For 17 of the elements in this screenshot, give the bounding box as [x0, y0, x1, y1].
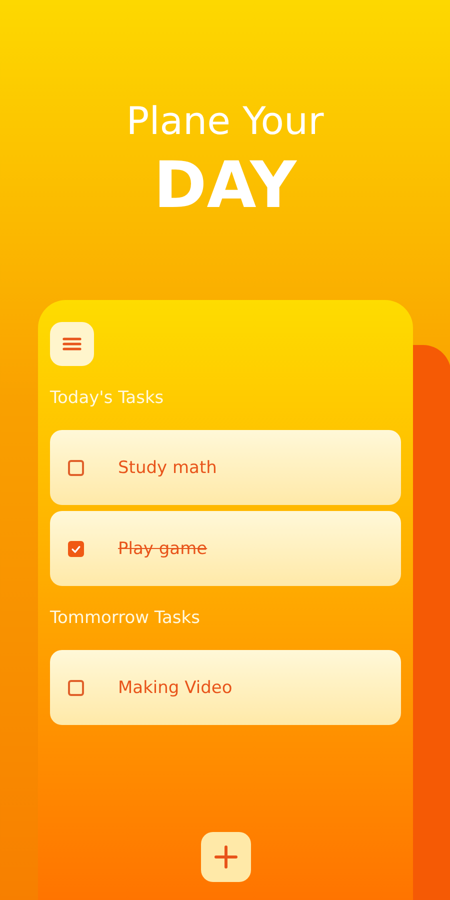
menu-button[interactable] [50, 322, 94, 366]
section-title: Tommorrow Tasks [50, 608, 200, 628]
checkbox[interactable] [68, 540, 84, 556]
headline-text: Plane Your [126, 98, 324, 144]
checkbox[interactable] [68, 680, 84, 696]
plus-icon [214, 845, 238, 869]
add-button[interactable] [200, 832, 250, 882]
task-card[interactable]: Study math [50, 430, 401, 505]
task-card[interactable]: Play game [50, 511, 401, 586]
task-label: Study math [118, 458, 217, 478]
checkbox[interactable] [68, 460, 84, 476]
task-card[interactable]: Making Video [50, 650, 401, 725]
headline-title: DAY [154, 148, 296, 224]
task-label: Making Video [118, 678, 232, 698]
menu-icon [62, 336, 82, 352]
task-label: Play game [118, 538, 208, 558]
section-title: Today's Tasks [50, 388, 164, 408]
